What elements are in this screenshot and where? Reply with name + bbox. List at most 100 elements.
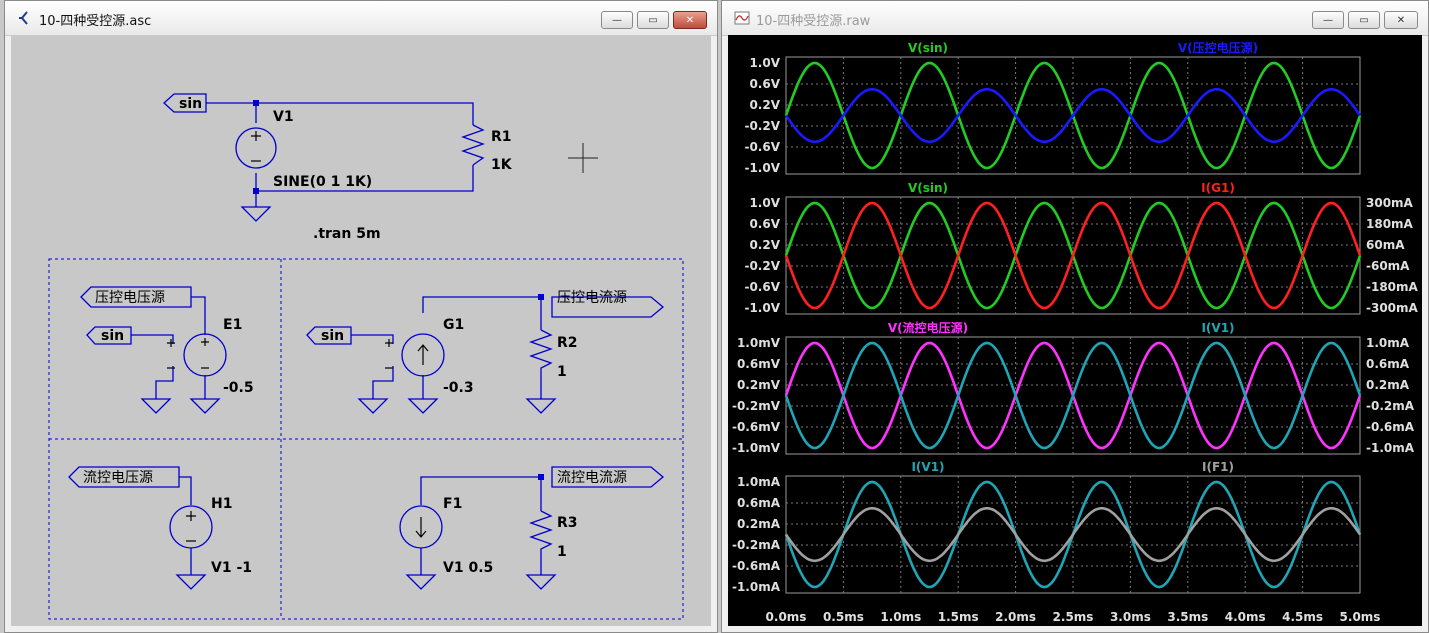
minimize-button[interactable]: —	[601, 11, 633, 29]
pane-1-right-tick: -300mA	[1366, 301, 1419, 315]
pane-1-right-tick: -60mA	[1366, 259, 1410, 273]
pane-0-left-tick: -0.2V	[744, 119, 780, 133]
schematic-canvas[interactable]: sin V1 R1 1K SINE(0 1 1K) .tran 5m 压控电压源…	[11, 35, 711, 626]
pane-2-right-tick: -1.0mA	[1366, 441, 1415, 455]
crosshair-cursor	[568, 143, 598, 173]
pane-2-right-tick: 1.0mA	[1366, 336, 1410, 350]
pane-2-left-tick: -0.2mV	[732, 399, 781, 413]
pane-3-left-tick: 0.6mA	[737, 496, 781, 510]
x-axis-tick: 4.0ms	[1225, 610, 1266, 624]
x-axis-tick: 2.5ms	[1053, 610, 1094, 624]
pane-2-left-tick: 0.2mV	[737, 378, 781, 392]
r2-value: 1	[557, 364, 567, 380]
pane-2-right-tick: -0.2mA	[1366, 399, 1415, 413]
schematic-window-title: 10-四种受控源.asc	[39, 14, 152, 29]
ground-e1-b	[189, 398, 221, 414]
h1-value: V1 -1	[211, 560, 252, 576]
pane-1-right-tick: 300mA	[1366, 196, 1414, 210]
pane-0-left-tick: 1.0V	[749, 56, 780, 70]
r1-symbol	[461, 124, 485, 166]
waveform-titlebar[interactable]: 10-四种受控源.raw — ▭ ✕	[722, 1, 1428, 36]
waveform-viewer-icon	[734, 11, 750, 25]
r2-label: R2	[557, 335, 578, 351]
e1-value: -0.5	[223, 380, 254, 396]
x-axis-tick: 5.0ms	[1340, 610, 1381, 624]
pane-1-trace-name-1: I(G1)	[1201, 181, 1235, 195]
pane-3-left-tick: -0.2mA	[732, 538, 781, 552]
pane-0-trace-name-1: V(压控电压源)	[1178, 40, 1258, 55]
minimize-button[interactable]: —	[1312, 11, 1344, 29]
pane-0-left-tick: -0.6V	[744, 140, 780, 154]
pane-1-left-tick: 0.2V	[749, 238, 780, 252]
v1-value: SINE(0 1 1K)	[273, 174, 372, 190]
r1-label: R1	[491, 129, 512, 145]
g1-value: -0.3	[443, 380, 474, 396]
pane-2-right-tick: -0.6mA	[1366, 420, 1415, 434]
pane-2-left-tick: -1.0mV	[732, 441, 781, 455]
schematic-drawing[interactable]: sin V1 R1 1K SINE(0 1 1K) .tran 5m 压控电压源…	[11, 35, 713, 628]
g1-label: G1	[443, 317, 464, 333]
pane-1-right-tick: 60mA	[1366, 238, 1405, 252]
pane-1-right-tick: 180mA	[1366, 217, 1414, 231]
pane-1-left-tick: -0.2V	[744, 259, 780, 273]
pane-2-left-tick: 0.6mV	[737, 357, 781, 371]
x-axis-tick: 1.5ms	[938, 610, 979, 624]
x-axis-tick: 0.5ms	[823, 610, 864, 624]
tran-directive: .tran 5m	[313, 226, 381, 242]
maximize-button[interactable]: ▭	[637, 11, 669, 29]
vccs-net-text: 压控电流源	[557, 290, 627, 306]
r1-value: 1K	[491, 157, 513, 173]
r3-symbol	[529, 510, 553, 575]
pane-1-right-tick: -180mA	[1366, 280, 1419, 294]
pane-3-left-tick: -1.0mA	[732, 580, 781, 594]
pane-2-trace-name-0: V(流控电压源)	[888, 320, 968, 335]
schematic-titlebar[interactable]: 10-四种受控源.asc — ▭ ✕	[5, 1, 717, 36]
pane-1-left-tick: -1.0V	[744, 301, 780, 315]
x-axis-tick: 1.0ms	[880, 610, 921, 624]
x-axis-tick: 4.5ms	[1282, 610, 1323, 624]
close-button[interactable]: ✕	[1384, 11, 1418, 29]
pane-1-trace-name-0: V(sin)	[908, 181, 948, 195]
pane-2-right-tick: 0.6mA	[1366, 357, 1410, 371]
x-axis-tick: 3.0ms	[1110, 610, 1151, 624]
pane-3-trace-name-1: I(F1)	[1202, 460, 1234, 474]
e1-label: E1	[223, 317, 242, 333]
r2-symbol	[529, 329, 553, 399]
pane-0-left-tick: 0.6V	[749, 77, 780, 91]
pane-3-left-tick: 1.0mA	[737, 475, 781, 489]
r3-label: R3	[557, 515, 578, 531]
x-axis-tick: 3.5ms	[1167, 610, 1208, 624]
close-button[interactable]: ✕	[673, 11, 707, 29]
pane-1-left-tick: -0.6V	[744, 280, 780, 294]
pane-3-trace-name-0: I(V1)	[911, 460, 944, 474]
pane-1-left-tick: 1.0V	[749, 196, 780, 210]
pane-2-left-tick: -0.6mV	[732, 420, 781, 434]
waveform-plot-area[interactable]: 1.0V 0.6V 0.2V -0.2V -0.6V -1.0V V(sin) V(压控电压源…	[728, 35, 1422, 626]
ground-top	[240, 205, 272, 222]
waveform-chart[interactable]: 1.0V 0.6V 0.2V -0.2V -0.6V -1.0V V(sin) V(压控电压源…	[728, 35, 1424, 628]
pane-2-left-tick: 1.0mV	[737, 336, 781, 350]
sin-label-g1: sin	[321, 328, 344, 344]
pane-0-left-tick: -1.0V	[744, 161, 780, 175]
sin-label-top: sin	[179, 96, 202, 112]
vcvs-net-text: 压控电压源	[95, 290, 165, 306]
pane-2-trace-name-1: I(V1)	[1201, 321, 1234, 335]
maximize-button[interactable]: ▭	[1348, 11, 1380, 29]
wire-top	[206, 102, 474, 125]
waveform-window-title: 10-四种受控源.raw	[756, 14, 871, 29]
f1-value: V1 0.5	[443, 560, 493, 576]
pane-1-left-tick: 0.6V	[749, 217, 780, 231]
sin-label-e1: sin	[101, 328, 124, 344]
f1-label: F1	[443, 496, 462, 512]
schematic-window[interactable]: 10-四种受控源.asc — ▭ ✕ sin V1 R1 1K SINE(0 1…	[4, 0, 718, 633]
pane-3-left-tick: -0.6mA	[732, 559, 781, 573]
x-axis-tick: 0.0ms	[766, 610, 807, 624]
v1-label: V1	[273, 109, 294, 125]
pane-2-right-tick: 0.2mA	[1366, 378, 1410, 392]
x-axis-tick: 2.0ms	[995, 610, 1036, 624]
pane-0-trace-name-0: V(sin)	[908, 41, 948, 55]
cccs-net-text: 流控电流源	[557, 470, 627, 486]
h1-label: H1	[211, 496, 232, 512]
ground-e1-a	[140, 398, 172, 414]
waveform-window[interactable]: 10-四种受控源.raw — ▭ ✕ 1.0V 0.6V 0.2V -0.2V -0.6…	[721, 0, 1429, 633]
